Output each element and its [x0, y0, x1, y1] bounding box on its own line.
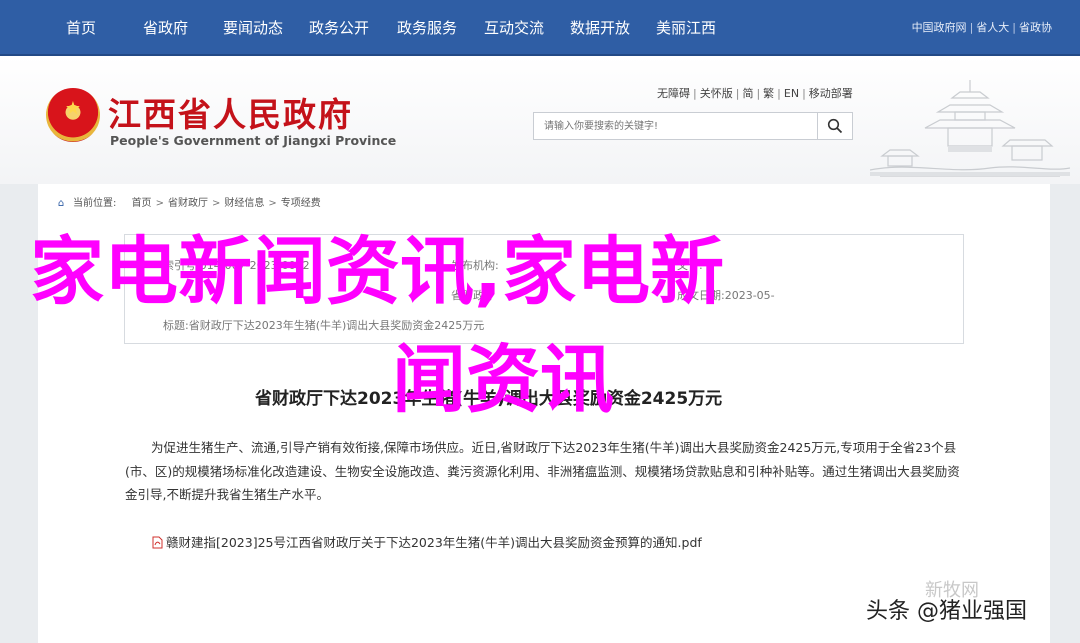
breadcrumb-label: 当前位置:: [73, 198, 117, 209]
index-number: 索引号:014-007-2023-0022: [163, 259, 310, 272]
link-provincial-cppcc[interactable]: 省政协: [1019, 21, 1052, 34]
breadcrumb-item-special-funds[interactable]: 专项经费: [281, 198, 321, 209]
breadcrumb: ⌂ 当前位置: 首页 > 省财政厅 > 财经信息 > 专项经费: [55, 194, 321, 209]
document-info-box: 索引号:014-007-2023-0022 发布机构: 文号: 省财政厅 成文日…: [124, 234, 964, 344]
search-box: [533, 112, 853, 140]
site-title[interactable]: 江西省人民政府: [108, 88, 353, 136]
publishing-agency-label: 发布机构:: [451, 259, 499, 272]
breadcrumb-item-finance-dept[interactable]: 省财政厅: [168, 198, 208, 209]
attachment-link[interactable]: 赣财建指[2023]25号江西省财政厅关于下达2023年生猪(牛羊)调出大县奖励…: [152, 532, 702, 551]
document-number-label: 文号:: [677, 259, 703, 272]
attachment-filename[interactable]: 赣财建指[2023]25号江西省财政厅关于下达2023年生猪(牛羊)调出大县奖励…: [166, 535, 702, 550]
publishing-agency-value: 省财政厅: [451, 289, 495, 302]
link-simplified[interactable]: 简: [742, 87, 753, 100]
nav-item-home[interactable]: 首页: [66, 0, 96, 54]
search-button[interactable]: [817, 113, 852, 139]
document-title-field: 标题:省财政厅下达2023年生猪(牛羊)调出大县奖励资金2425万元: [163, 319, 485, 332]
article-title: 省财政厅下达2023年生猪(牛羊)调出大县奖励资金2425万元: [255, 389, 723, 409]
utility-links: 无障碍 | 关怀版 | 简 | 繁 | EN | 移动部署: [657, 87, 853, 100]
pdf-icon: [152, 536, 163, 549]
link-china-gov[interactable]: 中国政府网: [912, 21, 967, 34]
site-subtitle: People's Government of Jiangxi Province: [110, 133, 397, 148]
issue-date: 成文日期:2023-05-: [677, 289, 775, 302]
nav-item-open-data[interactable]: 数据开放: [570, 0, 630, 54]
nav-item-government-services[interactable]: 政务服务: [397, 0, 457, 54]
nav-item-provincial-government[interactable]: 省政府: [143, 0, 188, 54]
link-english[interactable]: EN: [784, 87, 799, 100]
link-accessibility[interactable]: 无障碍: [657, 87, 690, 100]
link-elderly-mode[interactable]: 关怀版: [700, 87, 733, 100]
nav-item-interaction[interactable]: 互动交流: [484, 0, 544, 54]
link-provincial-congress[interactable]: 省人大: [976, 21, 1009, 34]
nav-item-beautiful-jiangxi[interactable]: 美丽江西: [656, 0, 716, 54]
home-icon: ⌂: [57, 198, 65, 209]
article-body: 为促进生猪生产、流通,引导产销有效衔接,保障市场供应。近日,省财政厅下达2023…: [125, 440, 960, 502]
search-input[interactable]: [534, 113, 839, 139]
external-links: 中国政府网 | 省人大 | 省政协: [911, 21, 1052, 34]
nav-item-news[interactable]: 要闻动态: [223, 0, 283, 54]
link-mobile[interactable]: 移动部署: [809, 87, 853, 100]
link-traditional[interactable]: 繁: [763, 87, 774, 100]
top-navigation-bar: 首页 省政府 要闻动态 政务公开 政务服务 互动交流 数据开放 美丽江西 中国政…: [0, 0, 1080, 56]
pavilion-illustration-icon: [870, 80, 1070, 177]
search-icon: [827, 118, 843, 134]
breadcrumb-item-finance-info[interactable]: 财经信息: [224, 198, 264, 209]
nav-item-government-affairs[interactable]: 政务公开: [309, 0, 369, 54]
watermark-author: 头条 @猪业强国: [866, 599, 1027, 624]
breadcrumb-item-home[interactable]: 首页: [132, 198, 152, 209]
national-emblem-icon: ★: [46, 88, 100, 142]
